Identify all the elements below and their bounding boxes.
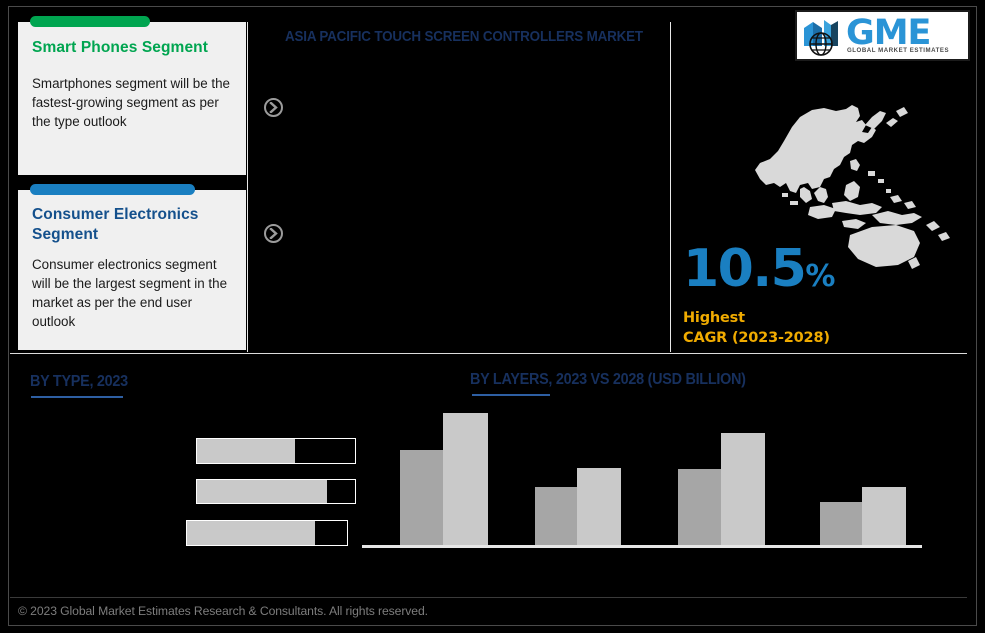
section-heading-by-type: BY TYPE, 2023 [30, 373, 128, 390]
globe-buildings-icon [800, 16, 846, 56]
cagr-label-line2: CAGR (2023-2028) [683, 329, 830, 346]
horizontal-divider [10, 353, 967, 354]
card-accent-bar [30, 16, 150, 27]
card-smart-phones-segment: Smart Phones Segment Smartphones segment… [18, 16, 246, 175]
footer-divider [10, 597, 967, 598]
by-layers-bar [721, 433, 765, 545]
section-underline [472, 394, 550, 396]
vertical-divider-left [247, 22, 248, 352]
logo-text: GME GLOBAL MARKET ESTIMATES [846, 13, 968, 58]
by-type-bar-row [186, 520, 348, 546]
by-type-bar-row [196, 479, 356, 504]
by-type-bar-fill [197, 439, 295, 463]
logo: GME GLOBAL MARKET ESTIMATES [795, 10, 970, 61]
card-title: Smart Phones Segment [32, 39, 208, 56]
card-body: Consumer electronics segment will be the… [32, 257, 228, 330]
by-layers-bar [862, 487, 906, 545]
chart-baseline [362, 545, 922, 548]
by-layers-bar [577, 468, 621, 545]
cagr-percent-symbol: % [805, 259, 835, 294]
section-heading-by-layers: BY LAYERS, 2023 VS 2028 (USD BILLION) [470, 371, 746, 388]
cagr-value: 10.5% [683, 243, 835, 303]
card-consumer-electronics-segment: Consumer Electronics Segment Consumer el… [18, 184, 246, 350]
card-body: Smartphones segment will be the fastest-… [32, 76, 230, 130]
cagr-label-line1: Highest [683, 310, 745, 326]
vertical-divider-right [670, 22, 671, 352]
chevron-right-circle-icon[interactable] [264, 98, 283, 117]
card-title: Consumer Electronics Segment [32, 206, 199, 244]
by-type-bar-fill [187, 521, 315, 545]
by-type-bar-chart [178, 432, 368, 552]
infographic-page: Smart Phones Segment Smartphones segment… [0, 0, 985, 633]
logo-tagline: GLOBAL MARKET ESTIMATES [847, 46, 950, 54]
page-title: ASIA PACIFIC TOUCH SCREEN CONTROLLERS MA… [285, 29, 643, 45]
by-layers-bar [443, 413, 488, 545]
cagr-number: 10.5 [683, 239, 807, 299]
by-type-bar-fill [197, 480, 327, 503]
by-type-bar-row [196, 438, 356, 464]
by-layers-bar [678, 469, 721, 545]
by-layers-bar-chart [360, 400, 925, 548]
by-layers-bar [535, 487, 577, 545]
by-layers-bar [820, 502, 862, 545]
chevron-right-circle-icon[interactable] [264, 224, 283, 243]
cagr-callout: 10.5% Highest CAGR (2023-2028) [683, 243, 835, 348]
section-underline [31, 396, 123, 398]
card-accent-bar [30, 184, 195, 195]
by-layers-bar [400, 450, 443, 545]
footer-copyright: © 2023 Global Market Estimates Research … [18, 604, 428, 618]
